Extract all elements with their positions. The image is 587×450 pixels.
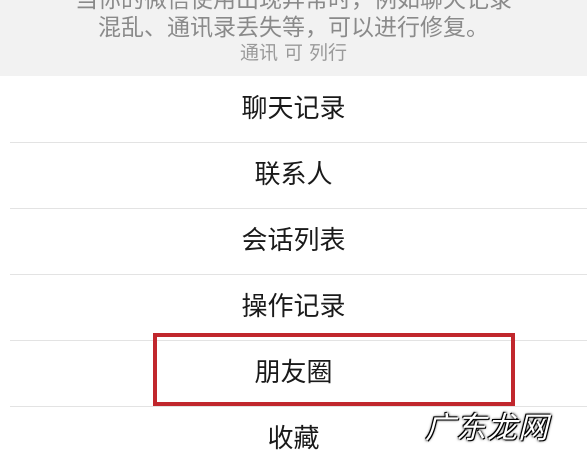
site-watermark: 广东龙网 (425, 411, 549, 446)
description-sub-note: 通讯 可 列行 (239, 42, 348, 64)
description-line-2: 混乱、通讯录丢失等，可以进行修复。 (98, 15, 489, 41)
wechat-repair-screen: 当你的微信使用出现异常时，例如聊天记录 混乱、通讯录丢失等，可以进行修复。 通讯… (0, 0, 587, 450)
menu-item-operation-log[interactable]: 操作记录 (0, 274, 587, 340)
repair-options-menu: 聊天记录 联系人 会话列表 操作记录 朋友圈 收藏 (0, 76, 587, 450)
description-line-1: 当你的微信使用出现异常时，例如聊天记录 (75, 0, 512, 13)
menu-item-conversation-list[interactable]: 会话列表 (0, 208, 587, 274)
menu-item-moments[interactable]: 朋友圈 (0, 340, 587, 406)
menu-item-contacts[interactable]: 联系人 (0, 142, 587, 208)
menu-item-chat-history[interactable]: 聊天记录 (0, 76, 587, 142)
repair-description-header: 当你的微信使用出现异常时，例如聊天记录 混乱、通讯录丢失等，可以进行修复。 通讯… (0, 0, 587, 76)
